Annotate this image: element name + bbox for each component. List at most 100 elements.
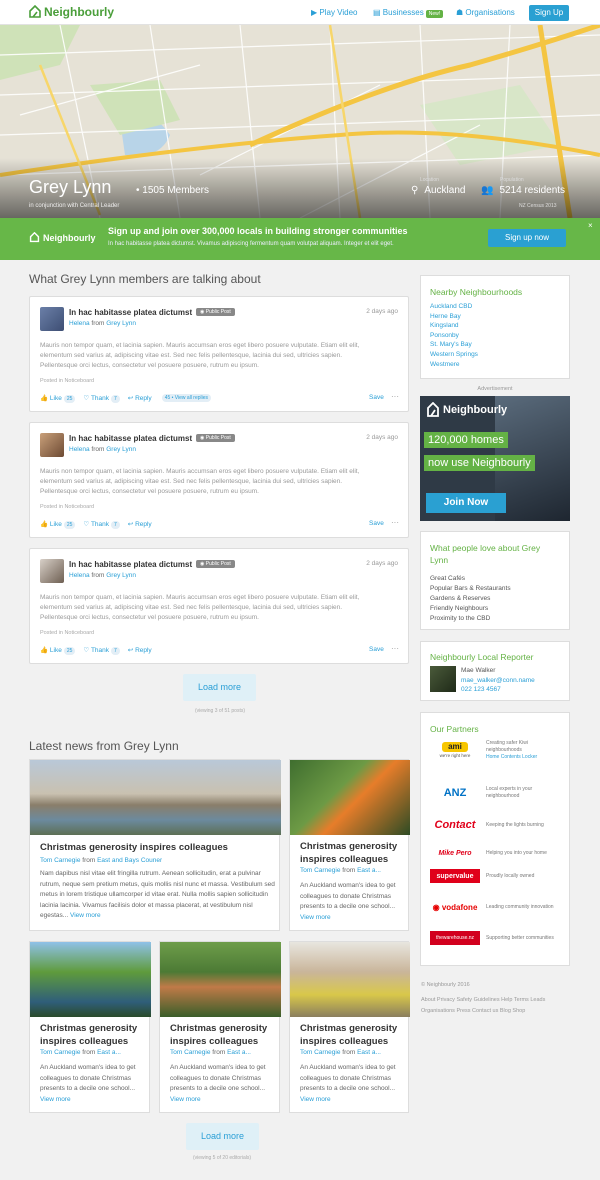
post-title[interactable]: In hac habitasse platea dictumst [69,308,192,317]
nearby-link[interactable]: Westmere [430,361,460,368]
nearby-link[interactable]: Western Springs [430,351,478,358]
news-title-text[interactable]: Christmas generosity inspires colleagues [40,1022,145,1048]
from-text: from [212,1049,226,1056]
nearby-link[interactable]: Auckland CBD [430,303,472,310]
view-all-replies[interactable]: 45 • View all replies [161,394,212,402]
reporter-title: Neighbourly Local Reporter [430,652,534,662]
close-icon[interactable]: × [588,221,593,230]
reporter-phone[interactable]: 022 123 4567 [461,685,535,695]
reporter-email-link[interactable]: mae_walker@conn.name [461,677,535,684]
load-more-news-button[interactable]: Load more [186,1123,259,1150]
thumb-icon: 👍 [40,647,49,654]
author-link[interactable]: Tom Carnegie [300,867,340,874]
partner-link[interactable]: Home Contents Locker [486,754,537,760]
author-link[interactable]: Helena [69,320,90,327]
more-options-icon[interactable]: ··· [391,644,399,653]
partner-ami[interactable]: ami we're right here Creating safer Kiwi … [430,740,556,761]
more-options-icon[interactable]: ··· [391,392,399,401]
like-button[interactable]: 👍 Like 25 [40,646,76,655]
news-author-line: Tom Carnegie from East a... [300,867,404,874]
news-card[interactable]: Christmas generosity inspires colleagues… [29,941,151,1113]
footer-links-row-2[interactable]: Organisations Press Contact us Blog Shop [421,1006,545,1017]
post-card[interactable]: In hac habitasse platea dictumst ◉ Publi… [29,422,409,538]
news-title-text[interactable]: Christmas generosity inspires colleagues [40,841,275,854]
news-card[interactable]: Christmas generosity inspires colleagues… [159,941,281,1113]
place-link[interactable]: Grey Lynn [106,320,136,327]
save-button[interactable]: Save [369,394,384,401]
partner-supervalue[interactable]: supervalue Proudly locally owned [430,869,556,883]
partner-warehouse[interactable]: thewarehouse.nz Supporting better commun… [430,931,556,945]
author-link[interactable]: Tom Carnegie [300,1049,340,1056]
post-date: 2 days ago [366,434,398,441]
reply-label: Reply [135,395,152,402]
post-title[interactable]: In hac habitasse platea dictumst [69,560,192,569]
save-button[interactable]: Save [369,520,384,527]
reply-icon: ↩ [127,521,134,528]
news-card[interactable]: Christmas generosity inspires colleagues… [289,941,410,1113]
organisations-link[interactable]: ☗ Organisations [456,8,515,17]
news-title-text[interactable]: Christmas generosity inspires colleagues [170,1022,275,1048]
view-more-link[interactable]: View more [170,1096,201,1103]
partner-contact[interactable]: Contact Keeping the lights burning [430,815,556,835]
reporter-avatar[interactable] [430,666,456,692]
reply-button[interactable]: ↩ Reply [128,646,152,654]
post-card[interactable]: In hac habitasse platea dictumst ◉ Publi… [29,548,409,664]
reply-button[interactable]: ↩ Reply [128,520,152,528]
save-button[interactable]: Save [369,646,384,653]
advertisement-banner[interactable]: Neighbourly 120,000 homes now use Neighb… [420,396,570,521]
brand-logo[interactable]: Neighbourly [28,5,114,19]
author-link[interactable]: Tom Carnegie [40,857,80,864]
like-label: Like [49,521,62,528]
like-button[interactable]: 👍 Like 25 [40,520,76,529]
signup-now-button[interactable]: Sign up now [488,229,566,247]
news-title-text[interactable]: Christmas generosity inspires colleagues [300,1022,404,1048]
thank-button[interactable]: ♡ Thank 7 [83,394,120,403]
like-button[interactable]: 👍 Like 25 [40,394,76,403]
play-video-link[interactable]: ▶ Play Video [311,8,358,17]
author-link[interactable]: Helena [69,572,90,579]
author-link[interactable]: Tom Carnegie [40,1049,80,1056]
place-link[interactable]: Grey Lynn [106,446,136,453]
news-title-text[interactable]: Christmas generosity inspires colleagues [300,840,404,866]
partner-vodafone[interactable]: ◉ vodafone Leading community innovation [430,897,556,917]
news-card[interactable]: Christmas generosity inspires colleagues… [289,759,410,931]
news-feature-card[interactable]: Christmas generosity inspires colleagues… [29,759,281,931]
post-title[interactable]: In hac habitasse platea dictumst [69,434,192,443]
source-link[interactable]: East and Bays Couner [97,857,162,864]
ami-logo: ami we're right here [430,741,480,761]
view-more-link[interactable]: View more [40,1096,71,1103]
signup-button[interactable]: Sign Up [529,5,569,21]
source-link[interactable]: East a... [357,1049,381,1056]
partner-anz[interactable]: ANZ Local experts in your neighbourhood [430,783,556,803]
post-card[interactable]: In hac habitasse platea dictumst ◉ Publi… [29,296,409,412]
avatar[interactable] [40,433,64,457]
news-body: Nam dapibus nisl vitae elit fringilla ru… [40,869,275,922]
footer-links-row-1[interactable]: About Privacy Safety Guidelines Help Ter… [421,995,545,1006]
author-link[interactable]: Tom Carnegie [170,1049,210,1056]
pin-icon: ⚲ [411,185,419,196]
businesses-link[interactable]: ▤ Businesses New! [373,8,444,18]
more-options-icon[interactable]: ··· [391,518,399,527]
author-link[interactable]: Helena [69,446,90,453]
place-link[interactable]: Grey Lynn [106,572,136,579]
avatar[interactable] [40,559,64,583]
reply-button[interactable]: ↩ Reply [128,394,152,402]
thank-button[interactable]: ♡ Thank 7 [83,646,120,655]
avatar[interactable] [40,307,64,331]
thank-button[interactable]: ♡ Thank 7 [83,520,120,529]
nearby-link[interactable]: Herne Bay [430,313,461,320]
footer-copyright: © Neighbourly 2016 [421,982,470,988]
nearby-link[interactable]: Ponsonby [430,332,459,339]
load-more-posts-button[interactable]: Load more [183,674,256,701]
source-link[interactable]: East a... [97,1049,121,1056]
source-link[interactable]: East a... [357,867,381,874]
join-now-button[interactable]: Join Now [426,493,506,513]
view-more-link[interactable]: View more [300,914,331,921]
partner-mike-pero[interactable]: Mike Pero Helping you into your home [430,843,556,863]
view-more-link[interactable]: View more [70,912,101,919]
view-more-link[interactable]: View more [300,1096,331,1103]
source-link[interactable]: East a... [227,1049,251,1056]
member-count[interactable]: • 1505 Members [136,185,209,196]
nearby-link[interactable]: Kingsland [430,322,459,329]
nearby-link[interactable]: St. Mary's Bay [430,341,472,348]
